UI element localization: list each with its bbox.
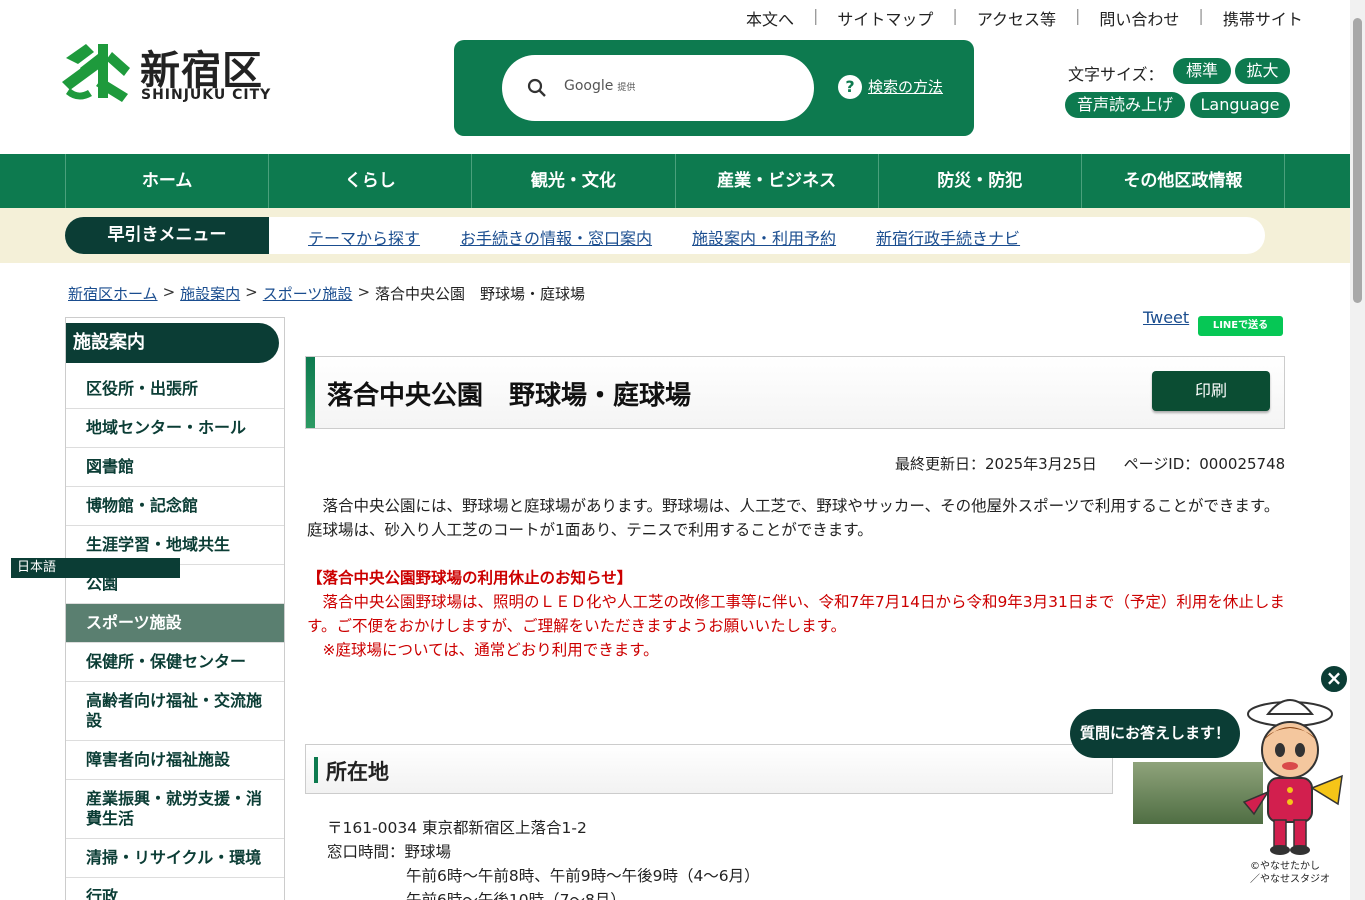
separator: | [952, 6, 958, 25]
quick-menu-bar: 早引きメニュー テーマから探す お手続きの情報・窓口案内 施設案内・利用予約 新… [0, 208, 1350, 263]
credit-line-2: ／やなせスタジオ [1250, 874, 1330, 885]
sidebar-item-admin[interactable]: 行政 [66, 878, 284, 900]
sidebar-title: 施設案内 [66, 323, 279, 363]
line-share-button[interactable]: LINEで送る [1198, 316, 1283, 336]
breadcrumb-separator: > [245, 283, 258, 301]
main-navigation: ホーム くらし 観光・文化 産業・ビジネス 防災・防犯 その他区政情報 [0, 154, 1350, 208]
location-heading: 所在地 [326, 760, 389, 784]
sidebar-item-offices[interactable]: 区役所・出張所 [66, 370, 284, 409]
print-button[interactable]: 印刷 [1152, 371, 1270, 411]
sidebar-item-health[interactable]: 保健所・保健センター [66, 643, 284, 682]
separator: | [1198, 6, 1204, 25]
search-help-link[interactable]: 検索の方法 [868, 76, 943, 97]
quick-link-facilities[interactable]: 施設案内・利用予約 [692, 225, 836, 249]
vertical-scrollbar[interactable] [1350, 0, 1365, 900]
mascot-icon[interactable] [1230, 692, 1350, 862]
quick-link-navi[interactable]: 新宿行政手続きナビ [876, 225, 1020, 249]
nav-other[interactable]: その他区政情報 [1080, 154, 1286, 208]
utility-links: 本文へ | サイトマップ | アクセス等 | 問い合わせ | 携帯サイト [735, 6, 1314, 30]
separator: | [1075, 6, 1081, 25]
hours-line-1: 午前6時～午前8時、午前9時～午後9時（4～6月） [406, 867, 760, 885]
question-icon: ? [838, 75, 862, 99]
language-button[interactable]: Language [1190, 92, 1290, 118]
last-updated: 最終更新日：2025年3月25日 [895, 455, 1097, 473]
mascot-credit: ©やなせたかし ／やなせスタジオ [1250, 860, 1330, 886]
separator: | [813, 6, 819, 25]
font-large-button[interactable]: 拡大 [1235, 58, 1290, 84]
sidebar-item-library[interactable]: 図書館 [66, 448, 284, 487]
util-link-mobile[interactable]: 携帯サイト [1212, 6, 1314, 30]
nav-tourism[interactable]: 観光・文化 [471, 154, 674, 208]
intro-paragraph: 落合中央公園には、野球場と庭球場があります。野球場は、人工芝で、野球やサッカー、… [307, 497, 1280, 539]
sidebar-item-recycling[interactable]: 清掃・リサイクル・環境 [66, 839, 284, 878]
page-meta: 最終更新日：2025年3月25日 ページID：000025748 [895, 453, 1285, 474]
util-link-access[interactable]: アクセス等 [966, 6, 1067, 30]
page-title-box: 落合中央公園 野球場・庭球場 印刷 [305, 356, 1285, 429]
scrollbar-thumb[interactable] [1353, 18, 1362, 303]
search-icon [527, 78, 546, 97]
search-panel: Google 提供 ? 検索の方法 [454, 40, 974, 136]
page-id: ページID：000025748 [1123, 455, 1286, 473]
shinjuku-logo-icon [62, 44, 130, 102]
quick-menu-title: 早引きメニュー [65, 217, 269, 254]
speech-button[interactable]: 音声読み上げ [1065, 92, 1185, 118]
breadcrumb-separator: > [162, 283, 176, 301]
quick-link-theme[interactable]: テーマから探す [308, 225, 420, 249]
quick-menu: 早引きメニュー テーマから探す お手続きの情報・窓口案内 施設案内・利用予約 新… [65, 217, 1265, 254]
sidebar-item-elderly[interactable]: 高齢者向け福祉・交流施設 [66, 682, 284, 741]
breadcrumb: 新宿区ホーム > 施設案内 > スポーツ施設 > 落合中央公園 野球場・庭球場 [68, 283, 585, 304]
sidebar-item-sports[interactable]: スポーツ施設 [66, 604, 284, 643]
search-provider: Google 提供 [564, 78, 635, 94]
location-accent-bar [314, 757, 318, 783]
nav-safety[interactable]: 防災・防犯 [877, 154, 1081, 208]
title-accent-bar [306, 357, 315, 428]
util-link-contact[interactable]: 問い合わせ [1088, 6, 1190, 30]
breadcrumb-facilities[interactable]: 施設案内 [180, 283, 240, 304]
google-label: Google [564, 78, 614, 94]
sidebar: 施設案内 区役所・出張所 地域センター・ホール 図書館 博物館・記念館 生涯学習… [65, 317, 285, 900]
search-input[interactable]: Google 提供 [502, 55, 814, 121]
provided-label: 提供 [617, 83, 636, 93]
nav-living[interactable]: くらし [268, 154, 471, 208]
font-standard-button[interactable]: 標準 [1173, 58, 1231, 84]
breadcrumb-home[interactable]: 新宿区ホーム [68, 283, 158, 304]
util-link-sitemap[interactable]: サイトマップ [826, 6, 944, 30]
credit-line-1: ©やなせたかし [1250, 861, 1320, 872]
site-header: 新宿区 SHINJUKU CITY 本文へ | サイトマップ | アクセス等 |… [0, 0, 1350, 154]
breadcrumb-sports[interactable]: スポーツ施設 [263, 283, 353, 304]
breadcrumb-separator: > [357, 283, 371, 301]
logo-subtitle: SHINJUKU CITY [141, 87, 272, 103]
language-selector[interactable]: 日本語 [11, 558, 180, 578]
sidebar-item-centers[interactable]: 地域センター・ホール [66, 409, 284, 448]
nav-home[interactable]: ホーム [65, 154, 268, 208]
chat-bubble[interactable]: 質問にお答えします！ [1070, 709, 1240, 758]
quick-link-procedures[interactable]: お手続きの情報・窓口案内 [460, 225, 652, 249]
font-size-label: 文字サイズ： [1068, 65, 1164, 84]
site-logo[interactable]: 新宿区 SHINJUKU CITY [58, 36, 278, 108]
address-block: 〒161-0034 東京都新宿区上落合1-2 窓口時間：野球場 午前6時～午前8… [327, 816, 760, 900]
breadcrumb-current: 落合中央公園 野球場・庭球場 [375, 285, 586, 303]
hours-line-2: 午前6時～午後10時（7～8月） [406, 891, 626, 900]
notice-title: 【落合中央公園野球場の利用休止のお知らせ】 [307, 569, 633, 587]
address: 〒161-0034 東京都新宿区上落合1-2 [327, 819, 587, 837]
nav-business[interactable]: 産業・ビジネス [674, 154, 878, 208]
notice-body: 落合中央公園野球場は、照明のＬＥＤ化や人工芝の改修工事等に伴い、令和7年7月14… [307, 593, 1285, 635]
chat-close-button[interactable]: × [1319, 664, 1349, 694]
sidebar-item-museums[interactable]: 博物館・記念館 [66, 487, 284, 526]
sidebar-item-industry[interactable]: 産業振興・就労支援・消費生活 [66, 780, 284, 839]
tweet-link[interactable]: Tweet [1143, 308, 1189, 327]
sidebar-item-disability[interactable]: 障害者向け福祉施設 [66, 741, 284, 780]
location-heading-box: 所在地 [305, 744, 1113, 794]
util-link-main[interactable]: 本文へ [735, 6, 805, 30]
hours-label: 窓口時間：野球場 [327, 843, 452, 861]
notice-note: ※庭球場については、通常どおり利用できます。 [307, 641, 659, 659]
sidebar-list: 区役所・出張所 地域センター・ホール 図書館 博物館・記念館 生涯学習・地域共生… [66, 370, 284, 900]
page-title: 落合中央公園 野球場・庭球場 [327, 381, 692, 411]
